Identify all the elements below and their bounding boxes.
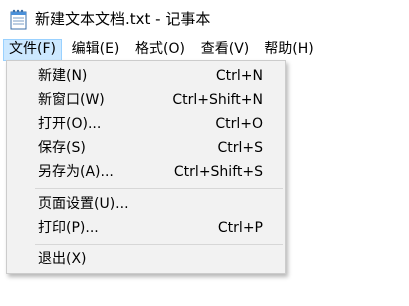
- menu-item-save[interactable]: 保存(S) Ctrl+S: [7, 137, 285, 160]
- menu-item-page-setup[interactable]: 页面设置(U)...: [7, 193, 285, 216]
- menu-item-shortcut: Ctrl+Shift+N: [172, 92, 263, 108]
- menu-item-label: 页面设置(U)...: [38, 196, 129, 212]
- menu-separator: [35, 244, 283, 245]
- menu-item-label: 保存(S): [38, 140, 86, 156]
- file-menu-dropdown: 新建(N) Ctrl+N 新窗口(W) Ctrl+Shift+N 打开(O)..…: [6, 60, 286, 274]
- menu-item-new[interactable]: 新建(N) Ctrl+N: [7, 65, 285, 88]
- menu-item-label: 退出(X): [38, 251, 87, 267]
- title-bar[interactable]: 新建文本文档.txt - 记事本: [0, 0, 409, 39]
- menu-item-new-window[interactable]: 新窗口(W) Ctrl+Shift+N: [7, 89, 285, 112]
- notepad-icon: [9, 8, 29, 30]
- menu-file[interactable]: 文件(F): [3, 39, 62, 61]
- menu-item-print[interactable]: 打印(P)... Ctrl+P: [7, 217, 285, 240]
- window-title: 新建文本文档.txt - 记事本: [35, 10, 211, 28]
- menu-bar: 文件(F) 编辑(E) 格式(O) 查看(V) 帮助(H): [0, 39, 409, 61]
- menu-view[interactable]: 查看(V): [195, 39, 255, 61]
- menu-item-label: 打印(P)...: [38, 220, 99, 236]
- menu-separator: [35, 188, 283, 189]
- menu-item-label: 新窗口(W): [38, 92, 105, 108]
- menu-edit[interactable]: 编辑(E): [66, 39, 125, 61]
- menu-item-shortcut: Ctrl+O: [215, 116, 263, 132]
- menu-item-label: 另存为(A)...: [38, 164, 114, 180]
- menu-item-open[interactable]: 打开(O)... Ctrl+O: [7, 113, 285, 136]
- menu-item-exit[interactable]: 退出(X): [7, 248, 285, 271]
- menu-item-save-as[interactable]: 另存为(A)... Ctrl+Shift+S: [7, 161, 285, 184]
- menu-item-label: 打开(O)...: [38, 116, 102, 132]
- menu-format[interactable]: 格式(O): [130, 39, 190, 61]
- menu-item-shortcut: Ctrl+P: [217, 220, 263, 236]
- menu-item-shortcut: Ctrl+Shift+S: [173, 164, 263, 180]
- menu-item-shortcut: Ctrl+N: [215, 68, 263, 84]
- menu-help[interactable]: 帮助(H): [259, 39, 319, 61]
- menu-item-shortcut: Ctrl+S: [217, 140, 263, 156]
- menu-item-label: 新建(N): [38, 68, 88, 84]
